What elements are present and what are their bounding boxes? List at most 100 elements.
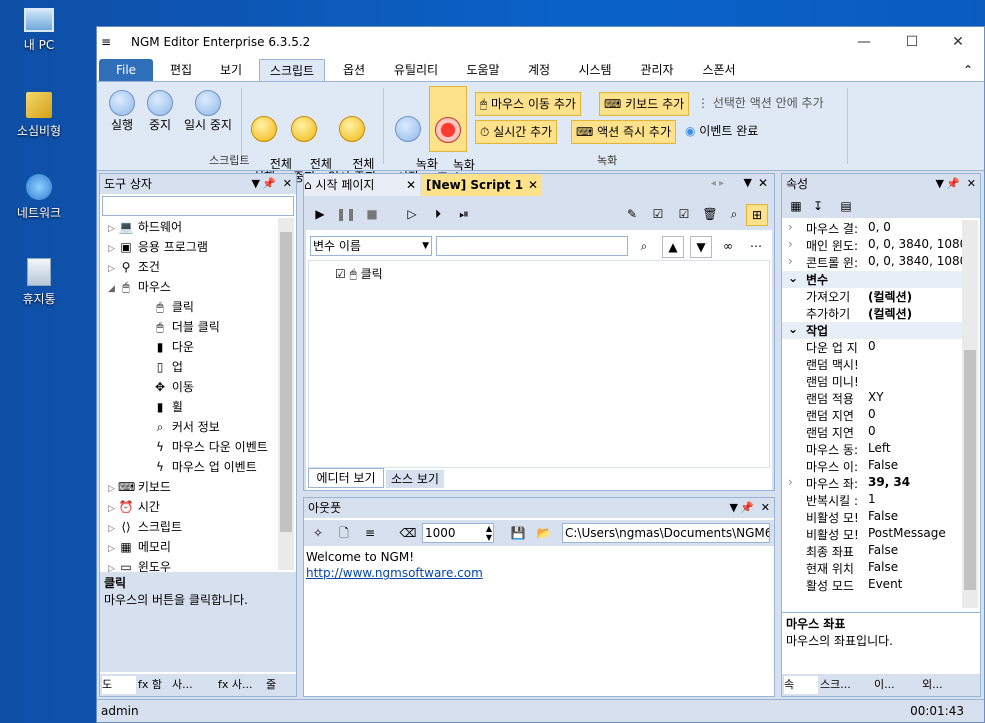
property-row[interactable]: 현재 위치 False [782,560,962,577]
script-tree-item[interactable]: ☑ 🖱 클릭 [335,265,383,282]
tab-edit[interactable]: 편집 [159,59,203,81]
stop-icon[interactable]: ■ [362,204,382,224]
desktop-icon-my-pc[interactable]: 내 PC [6,4,72,53]
tab-source-view[interactable]: 소스 보기 [386,470,444,488]
more-icon[interactable]: ⋯ [746,236,766,256]
expand-icon[interactable]: › [788,475,793,489]
move-up-icon[interactable]: ▲ [662,236,684,258]
menu-icon[interactable]: ≡ [101,35,111,49]
property-value[interactable]: 0, 0 [868,220,891,234]
property-row[interactable]: › 콘트롤 윈: 0, 0, 3840, 1080 [782,254,967,271]
expand-icon[interactable]: ▷ [108,224,118,234]
toolbox-item[interactable]: ▷ ⟨⟩ 스크립트 [108,518,182,535]
step-icon[interactable]: ▷ [402,204,422,224]
property-row[interactable]: › 마우스 좌: 39, 34 [782,475,962,492]
expand-icon[interactable]: ▷ [108,504,118,514]
tab-properties[interactable]: 속 [784,676,818,694]
tab-external[interactable]: 외... [922,676,976,694]
file-icon[interactable]: 🗋 [334,523,354,543]
property-value[interactable]: 0 [868,424,876,438]
expand-icon[interactable]: ▷ [108,524,118,534]
dropdown-icon[interactable]: ▼ [252,174,260,194]
toolbox-item[interactable]: ◢ 🖱 마우스 [108,278,171,295]
run-to-icon[interactable]: ⏵ [428,204,448,224]
editor-search-input[interactable] [436,236,628,256]
expand-icon[interactable]: › [788,220,793,234]
property-row[interactable]: 추가하기 (컬렉션) [782,305,962,322]
property-value[interactable]: 39, 34 [868,475,910,489]
tab-functions[interactable]: fx 함 [138,676,170,694]
tab-file[interactable]: File [99,59,153,81]
delete-icon[interactable]: 🗑 [700,204,720,224]
toolbox-item[interactable]: ▷ ▣ 응용 프로그램 [108,238,208,255]
tab-script-list[interactable]: 스크... [820,676,872,694]
add-realtime-button[interactable]: ⏱ 실시간 추가 [475,120,558,144]
toolbox-item[interactable]: ▯ 업 [142,358,183,375]
menu-icon[interactable]: ≡ [360,523,380,543]
property-value[interactable]: Event [868,577,902,591]
output-path-field[interactable]: C:\Users\ngmas\Documents\NGM6\ [562,523,770,543]
event-done-button[interactable]: ◉ 이벤트 완료 [681,120,762,142]
toolbox-item[interactable]: ϟ 마우스 업 이벤트 [142,458,257,475]
property-value[interactable]: False [868,509,898,523]
eraser-icon[interactable]: ⌫ [398,523,418,543]
property-row[interactable]: 랜덤 지연 0 [782,407,962,424]
dropdown-icon[interactable]: ▼ [730,498,738,518]
toolbox-item[interactable]: ▷ ⏰ 시간 [108,498,160,515]
add-mouse-move-button[interactable]: 🖱 마우스 이동 추가 [475,92,581,116]
add-in-action-button[interactable]: ⋮ 선택한 액션 안에 추가 [693,92,828,114]
move-down-icon[interactable]: ▼ [690,236,712,258]
toolbox-item[interactable]: 🖱 클릭 [142,298,194,315]
property-row[interactable]: › 마우스 결: 0, 0 [782,220,962,237]
property-row[interactable]: 활성 모드 Event [782,577,962,594]
loop-icon[interactable]: ∞ [718,236,738,256]
close-button[interactable]: ✕ [938,31,978,53]
property-row[interactable]: 가져오기 (컬렉션) [782,288,962,305]
search-icon[interactable]: ⌕ [634,236,654,256]
run-selection-icon[interactable]: ⏯ [454,204,474,224]
tab-help[interactable]: 도움말 [455,59,511,81]
folder-icon[interactable]: 📂 [534,523,554,543]
dropdown-icon[interactable]: ▼ [744,176,752,189]
stepper-icon[interactable]: ▲ ▼ [486,524,492,542]
property-category[interactable]: ⌄ 변수 [782,271,962,288]
save-icon[interactable]: 💾 [508,523,528,543]
expand-icon[interactable]: ▷ [108,544,118,554]
expand-icon[interactable]: ▷ [108,244,118,254]
tab-utility[interactable]: 유틸리티 [385,59,447,81]
minimize-button[interactable]: — [844,31,884,53]
property-value[interactable]: PostMessage [868,526,946,540]
checkbox-icon[interactable]: ☑ [335,267,346,281]
property-row[interactable]: 다운 업 지 0 [782,339,962,356]
toolbox-item[interactable]: ▷ ▦ 메모리 [108,538,171,555]
tree-view-icon[interactable]: ⊞ [746,204,768,226]
property-value[interactable]: (컬렉션) [868,305,912,322]
tab-more[interactable]: 줄 [266,676,294,694]
tab-nav-icon[interactable]: ◂ ▸ [711,178,724,189]
add-keyboard-button[interactable]: ⌨ 키보드 추가 [599,92,690,116]
play-icon[interactable]: ▶ [310,204,330,224]
property-value[interactable]: False [868,560,898,574]
property-row[interactable]: 랜덤 적용 XY [782,390,962,407]
close-tab-icon[interactable]: ✕ [406,174,416,196]
collapse-icon[interactable]: ⌄ [788,322,798,336]
tab-account[interactable]: 계정 [517,59,561,81]
pause-button[interactable]: 일시 중지 [181,90,235,132]
toolbox-item[interactable]: ▮ 다운 [142,338,194,355]
pin-icon[interactable]: 📌 [946,174,960,194]
close-icon[interactable]: ✕ [283,174,292,194]
tab-user[interactable]: 사... [172,676,216,694]
expand-icon[interactable]: ◢ [108,284,118,294]
tab-script-1[interactable]: [New] Script 1 ✕ [422,174,542,196]
property-value[interactable]: 0 [868,339,876,353]
close-icon[interactable]: ✕ [761,498,770,518]
dropdown-icon[interactable]: ▼ [936,174,944,194]
property-row[interactable]: › 매인 윈도: 0, 0, 3840, 1080 [782,237,967,254]
property-value[interactable]: XY [868,390,884,404]
toolbox-item[interactable]: ▷ ⌨ 키보드 [108,478,171,495]
record-stop-button[interactable]: 녹화 중지 [429,86,475,185]
maximize-button[interactable]: ☐ [892,31,932,53]
toolbox-scrollbar[interactable] [278,218,294,570]
close-icon[interactable]: ✕ [758,176,768,190]
property-row[interactable]: 비활성 모! PostMessage [782,526,962,543]
